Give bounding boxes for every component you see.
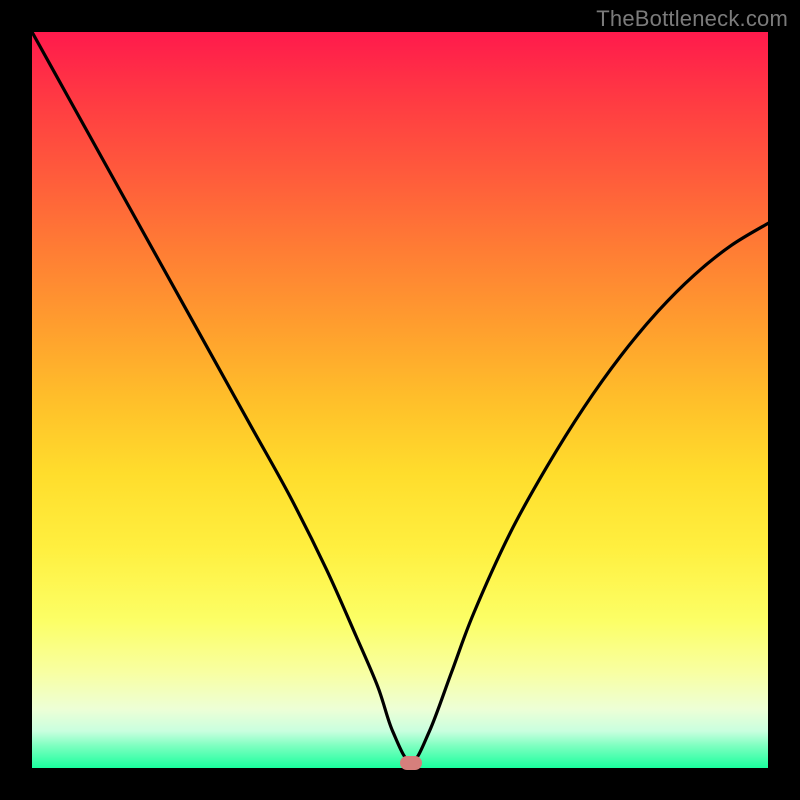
chart-frame: TheBottleneck.com bbox=[0, 0, 800, 800]
curve-path bbox=[32, 32, 768, 762]
min-point-marker bbox=[400, 756, 422, 770]
watermark-text: TheBottleneck.com bbox=[596, 6, 788, 32]
chart-plot-area bbox=[32, 32, 768, 768]
bottleneck-curve bbox=[32, 32, 768, 768]
